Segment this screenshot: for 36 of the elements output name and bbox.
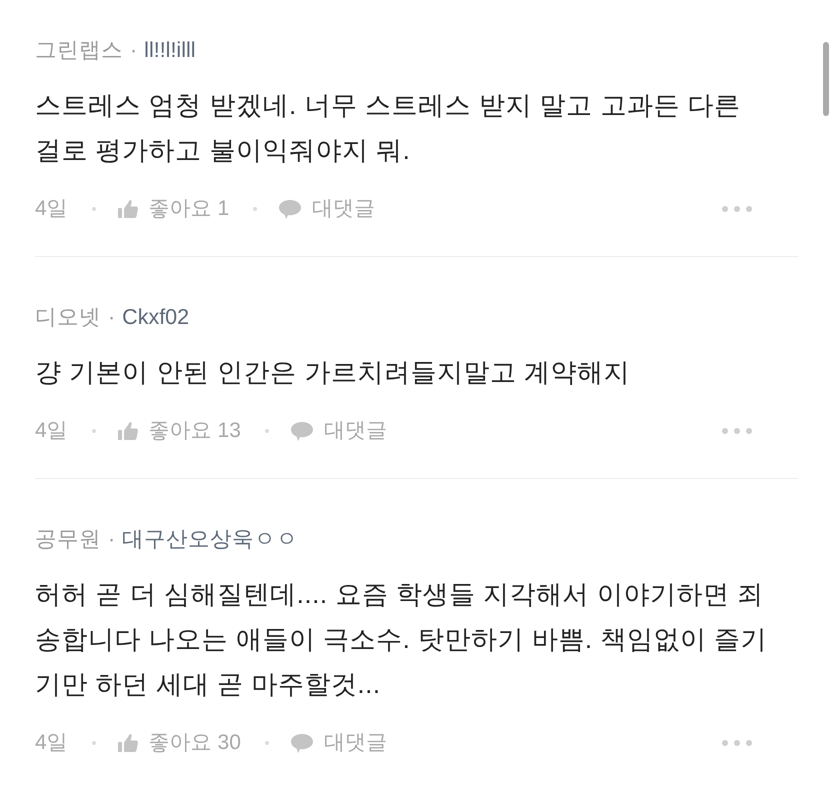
author-name: 디오넷 xyxy=(35,304,101,331)
author-name: 그린랩스 xyxy=(35,37,123,64)
speech-bubble-icon xyxy=(279,200,302,218)
reply-button[interactable]: 대댓글 xyxy=(279,195,376,223)
separator-dot-icon xyxy=(92,741,96,745)
thumbs-up-icon xyxy=(118,422,138,440)
author-name: 공무원 xyxy=(35,526,101,553)
like-button[interactable]: 좋아요 30 xyxy=(118,729,241,757)
like-button[interactable]: 좋아요 13 xyxy=(118,417,241,445)
thumbs-up-icon xyxy=(118,734,138,752)
separator-dot-icon xyxy=(264,429,269,433)
separator-dot-icon xyxy=(92,429,96,433)
more-options-icon[interactable] xyxy=(722,740,752,746)
comment-text: 허허 곧 더 심해질텐데.... 요즘 학생들 지각해서 이야기하면 죄송합니다 나오는 애들이 극소수. 탓만하기 바쁨. 책임없이 즐기기만 하던 세대 곧 마주할것... xyxy=(35,578,768,701)
more-options-icon[interactable] xyxy=(722,428,752,434)
like-button[interactable]: 좋아요 1 xyxy=(118,195,230,223)
user-nickname: 대구산오상욱ㅇㅇ xyxy=(122,526,298,553)
separator-dot-icon xyxy=(264,741,269,745)
timestamp: 4일 xyxy=(35,730,68,756)
thumbs-up-icon xyxy=(118,200,138,218)
user-nickname: Ckxf02 xyxy=(122,304,190,331)
comment-text: 스트레스 엄청 받겠네. 너무 스트레스 받지 말고 고과든 다른 걸로 평가하고 불이익줘야지 뭐. xyxy=(35,89,742,167)
reply-button[interactable]: 대댓글 xyxy=(290,417,387,445)
speech-bubble-icon xyxy=(290,734,313,752)
timestamp: 4일 xyxy=(35,196,68,222)
separator-dot-icon xyxy=(92,207,96,211)
separator: · xyxy=(130,37,138,64)
comment-text: 걍 기본이 안된 인간은 가르치려들지말고 계약해지 xyxy=(35,356,632,389)
timestamp: 4일 xyxy=(35,418,68,444)
user-nickname: ll!!l!illl xyxy=(144,37,196,64)
separator: · xyxy=(108,304,116,331)
more-options-icon[interactable] xyxy=(722,206,752,212)
separator-dot-icon xyxy=(253,207,258,211)
separator: · xyxy=(108,526,116,553)
speech-bubble-icon xyxy=(290,422,313,440)
reply-button[interactable]: 대댓글 xyxy=(290,729,387,757)
